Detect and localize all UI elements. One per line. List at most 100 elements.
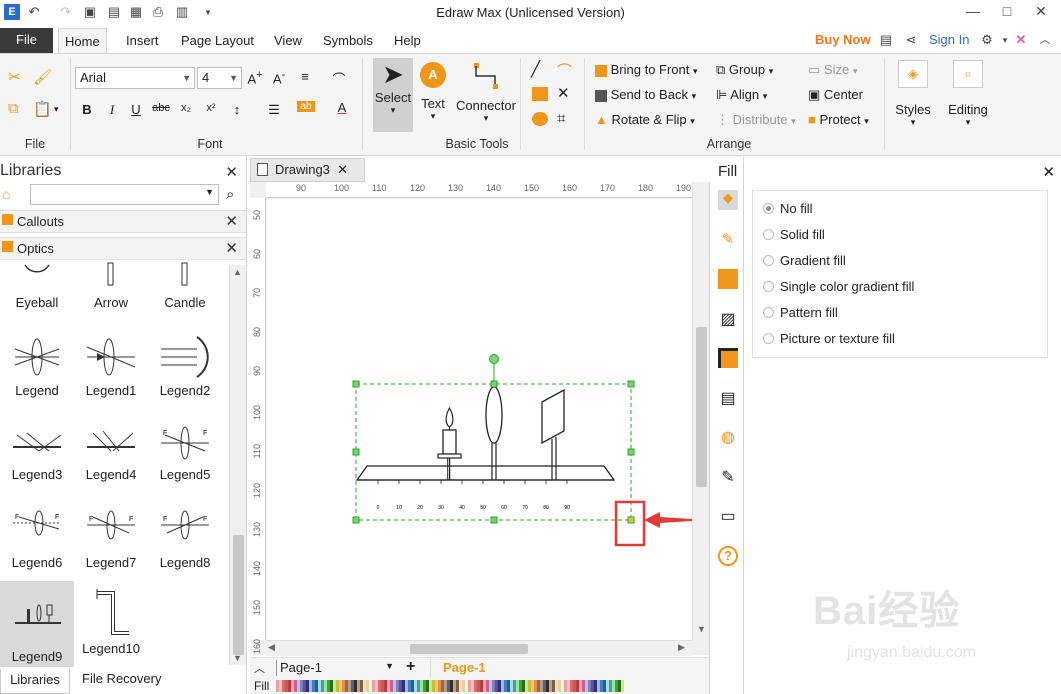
tab-page-layout[interactable]: Page Layout [175, 28, 260, 53]
close-icon[interactable]: ✕ [1042, 163, 1055, 181]
styles-button[interactable]: ◈ Styles ▾ [891, 60, 935, 128]
send-to-back-button[interactable]: Send to Back ▾ [595, 87, 696, 102]
scroll-down-icon[interactable]: ▼ [233, 653, 242, 663]
fill-option-single-color-gradient[interactable]: Single color gradient fill [763, 279, 914, 294]
settings-dropdown-icon[interactable]: ▾ [997, 32, 1013, 48]
grow-font-icon[interactable]: A+ [246, 69, 264, 86]
bring-to-front-button[interactable]: Bring to Front ▾ [595, 62, 698, 77]
share-icon[interactable]: ⋖ [903, 32, 919, 48]
shape-legend[interactable]: Legend [0, 333, 74, 398]
shape-legend8[interactable]: FF Legend8 [148, 509, 222, 570]
home-icon[interactable]: ⌂ [2, 186, 10, 202]
paste-icon[interactable]: 📋 [33, 100, 52, 118]
underline-icon[interactable]: U [127, 102, 145, 117]
shape-legend9[interactable]: Legend9 [0, 581, 74, 667]
shape-legend5[interactable]: FF Legend5 [148, 421, 222, 482]
close-window-button[interactable]: ✕ [1030, 2, 1052, 22]
theme-icon[interactable]: ✕ [1013, 32, 1029, 48]
font-size-select[interactable]: 4 ▼ [197, 67, 242, 89]
add-page-icon[interactable]: + [406, 658, 415, 676]
canvas-vertical-scrollbar[interactable]: ▼ [692, 182, 709, 640]
comment-icon[interactable]: ▭ [718, 506, 738, 526]
shape-legend2[interactable]: Legend2 [148, 333, 222, 398]
font-family-select[interactable]: Arial ▼ [75, 67, 195, 89]
paste-dropdown-icon[interactable]: ▾ [54, 104, 59, 115]
connector-tool-button[interactable]: Connector ▾ [455, 58, 517, 124]
settings-gear-icon[interactable]: ⚙ [979, 32, 995, 48]
shrink-font-icon[interactable]: A- [270, 69, 288, 86]
cart-icon[interactable]: ▤ [878, 32, 894, 48]
close-icon[interactable]: ✕ [225, 211, 238, 232]
editing-button[interactable]: ⌕ Editing ▾ [944, 60, 992, 128]
resize-handle[interactable] [490, 516, 498, 524]
rotate-flip-button[interactable]: ▲ Rotate & Flip ▾ [595, 112, 695, 127]
color-swatch[interactable] [621, 680, 624, 692]
fill-option-gradient[interactable]: Gradient fill [763, 253, 846, 268]
align-text-icon[interactable]: ≡ [296, 69, 314, 84]
group-button[interactable]: ⧉ Group ▾ [716, 62, 773, 78]
bold-icon[interactable]: B [78, 102, 96, 117]
resize-handle-corner[interactable] [627, 516, 635, 524]
tab-file[interactable]: File [0, 28, 53, 53]
rectangle-tool-icon[interactable] [532, 87, 548, 101]
globe-icon[interactable]: ◍ [718, 427, 738, 447]
library-category-callouts[interactable]: Callouts ✕ [0, 210, 246, 233]
layers-icon[interactable] [718, 348, 738, 368]
buy-now-link[interactable]: Buy Now [815, 32, 871, 47]
tab-view[interactable]: View [268, 28, 308, 53]
help-icon[interactable]: ? [718, 546, 738, 566]
scroll-left-icon[interactable]: ◀ [268, 642, 275, 653]
tab-symbols[interactable]: Symbols [317, 28, 379, 53]
tab-file-recovery[interactable]: File Recovery [82, 671, 161, 686]
search-icon[interactable]: ⌕ [226, 186, 234, 203]
fill-option-solid[interactable]: Solid fill [763, 227, 825, 242]
close-icon[interactable]: ✕ [225, 238, 238, 259]
point-tool-icon[interactable]: ✕ [557, 84, 570, 102]
scroll-down-icon[interactable]: ▼ [697, 624, 706, 634]
fill-option-none[interactable]: No fill [763, 201, 813, 216]
fill-bucket-icon[interactable]: ◆ [718, 190, 738, 210]
protect-button[interactable]: ■ Protect ▾ [808, 112, 869, 127]
line-spacing-icon[interactable]: ↕ [228, 102, 246, 117]
resize-handle[interactable] [627, 380, 635, 388]
library-search-input[interactable]: ▼ [30, 184, 219, 205]
select-tool-button[interactable]: ➤ Select ▾ [373, 58, 413, 132]
minimize-button[interactable]: — [962, 2, 984, 22]
copy-icon[interactable]: ⧉ [8, 100, 19, 117]
shape-legend6[interactable]: FF Legend6 [0, 509, 74, 570]
format-painter-icon[interactable]: 🖌 [33, 68, 52, 86]
document-tab[interactable]: Drawing3 ✕ [250, 158, 365, 182]
tab-help[interactable]: Help [388, 28, 427, 53]
optical-bench-drawing[interactable]: 0 10 20 30 40 50 60 70 80 90 [355, 386, 616, 511]
library-scrollbar[interactable]: ▲ ▼ [229, 265, 246, 665]
superscript-icon[interactable]: x² [202, 102, 220, 114]
maximize-button[interactable]: □ [996, 2, 1018, 22]
resize-handle[interactable] [490, 380, 498, 388]
scrollbar-thumb[interactable] [410, 644, 528, 654]
image-icon[interactable]: ▨ [718, 309, 738, 329]
scrollbar-thumb[interactable] [233, 535, 244, 655]
page-tab[interactable]: Page-1 [430, 658, 488, 678]
resize-handle[interactable] [352, 380, 360, 388]
shape-legend7[interactable]: FF Legend7 [74, 509, 148, 570]
italic-icon[interactable]: I [103, 102, 121, 118]
line-tool-icon[interactable]: ╱ [531, 60, 540, 78]
shadow-icon[interactable] [718, 269, 738, 289]
collapse-icon[interactable]: ︿ [254, 660, 265, 676]
shape-legend3[interactable]: Legend3 [0, 421, 74, 482]
strikethrough-icon[interactable]: abc [152, 102, 170, 114]
shape-legend1[interactable]: Legend1 [74, 333, 148, 398]
drawing-page[interactable]: 0 10 20 30 40 50 60 70 80 90 [267, 199, 692, 640]
shape-legend10[interactable]: Legend10 [74, 587, 148, 656]
shape-eyeball[interactable]: Eyeball [0, 261, 74, 310]
tab-libraries[interactable]: Libraries [0, 669, 70, 694]
sign-in-link[interactable]: Sign In [929, 32, 969, 47]
scroll-up-icon[interactable]: ▲ [233, 267, 242, 277]
library-category-optics[interactable]: Optics ✕ [0, 237, 246, 260]
page-select[interactable]: Page-1 ▼ [276, 660, 396, 676]
canvas-horizontal-scrollbar[interactable]: ◀ ▶ [266, 640, 692, 656]
close-icon[interactable]: ✕ [337, 159, 348, 181]
page-properties-icon[interactable]: ▤ [718, 388, 738, 408]
bullets-icon[interactable]: ☰ [265, 102, 283, 118]
text-shape-icon[interactable]: ⌒ [330, 69, 348, 88]
